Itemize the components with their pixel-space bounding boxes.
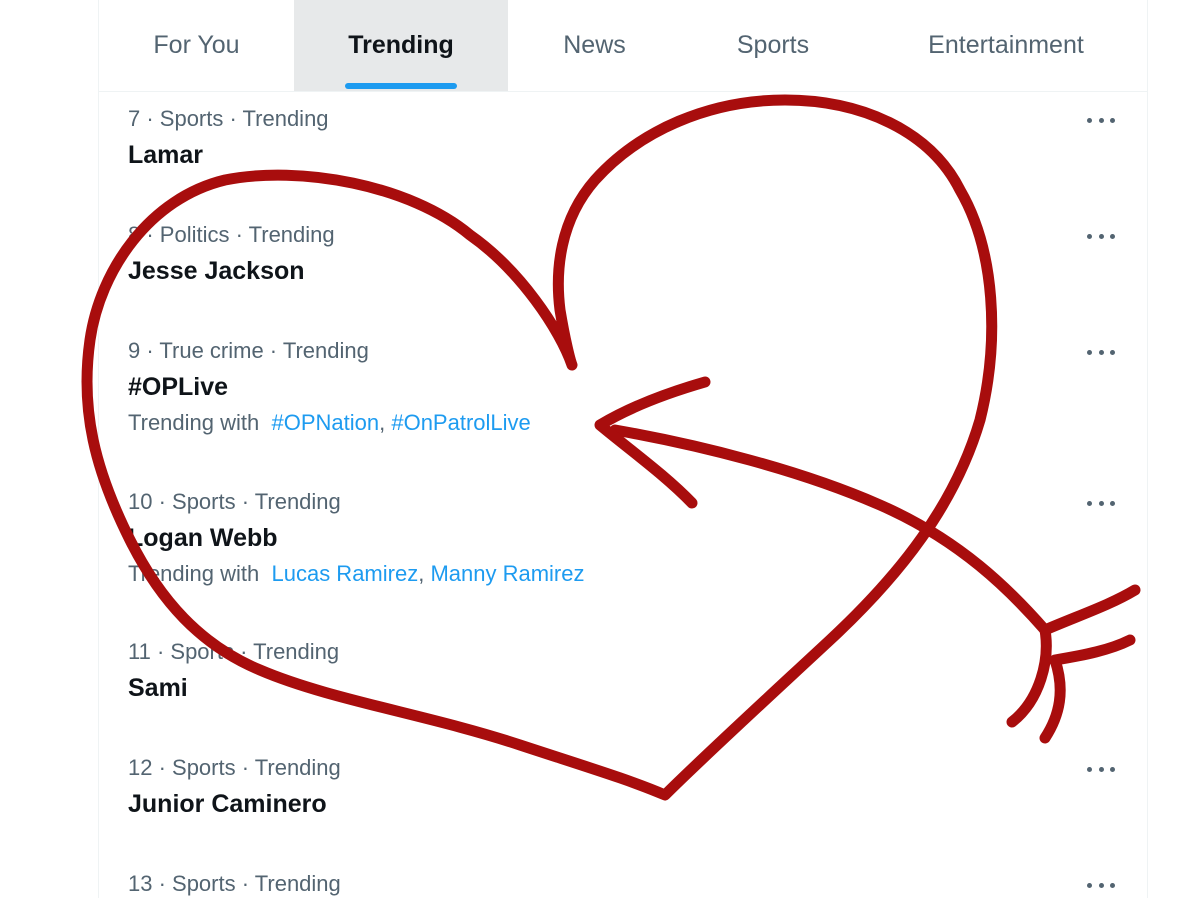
tab-trending[interactable]: Trending [294,0,508,91]
trend-list: 7 · Sports · Trending Lamar 8 · Politics… [99,92,1147,898]
tab-news[interactable]: News [508,0,681,91]
tab-label: Trending [348,31,454,59]
trend-topic: Logan Webb [128,524,278,552]
trend-meta: 10 · Sports · Trending [128,489,341,514]
trend-meta: 13 · Sports · Trending [128,871,341,896]
trend-meta: 9 · True crime · Trending [128,338,369,363]
more-options-icon[interactable] [1087,759,1115,779]
trend-link[interactable]: #OPNation [271,410,379,435]
trend-topic: Jesse Jackson [128,257,305,285]
trend-item[interactable]: 10 · Sports · Trending Logan Webb Trendi… [99,475,1147,625]
explore-panel: For You Trending News Sports Entertainme… [98,0,1148,898]
trend-item[interactable]: 12 · Sports · Trending Junior Caminero [99,741,1147,857]
trend-item[interactable]: 9 · True crime · Trending #OPLive Trendi… [99,324,1147,475]
tab-label: Sports [736,31,810,59]
trend-link[interactable]: Manny Ramirez [430,561,584,586]
trending-with-label: Trending with [128,561,260,586]
trend-meta: 12 · Sports · Trending [128,755,341,780]
active-tab-indicator [345,83,457,89]
trend-link[interactable]: Lucas Ramirez [271,561,418,586]
trend-topic: Junior Caminero [128,790,327,818]
trend-meta: 11 · Sports · Trending [128,639,340,664]
tab-label: Entertainment [928,31,1084,59]
more-options-icon[interactable] [1087,493,1115,513]
more-options-icon[interactable] [1087,342,1115,362]
more-options-icon[interactable] [1087,110,1115,130]
trend-link[interactable]: #OnPatrolLive [391,410,530,435]
trend-topic: Lamar [128,141,204,169]
trend-meta: 7 · Sports · Trending [128,106,329,131]
more-options-icon[interactable] [1087,875,1115,895]
trending-with: Trending with #OPNation, #OnPatrolLive [128,410,531,435]
trending-with: Trending with Lucas Ramirez, Manny Ramir… [128,561,585,586]
trend-topic: #OPLive [128,373,229,401]
trending-with-label: Trending with [128,410,260,435]
trend-item[interactable]: 7 · Sports · Trending Lamar [99,92,1147,208]
tab-for-you[interactable]: For You [99,0,294,91]
tab-sports[interactable]: Sports [681,0,865,91]
tab-entertainment[interactable]: Entertainment [865,0,1147,91]
trend-topic: Sami [128,674,188,702]
tab-label: News [563,31,626,59]
more-options-icon[interactable] [1087,226,1115,246]
trend-item[interactable]: 13 · Sports · Trending [99,857,1147,898]
trend-item[interactable]: 11 · Sports · Trending Sami [99,625,1147,741]
tab-label: For You [153,31,240,59]
explore-tabs: For You Trending News Sports Entertainme… [99,0,1147,92]
trend-meta: 8 · Politics · Trending [128,222,335,247]
trend-item[interactable]: 8 · Politics · Trending Jesse Jackson [99,208,1147,324]
